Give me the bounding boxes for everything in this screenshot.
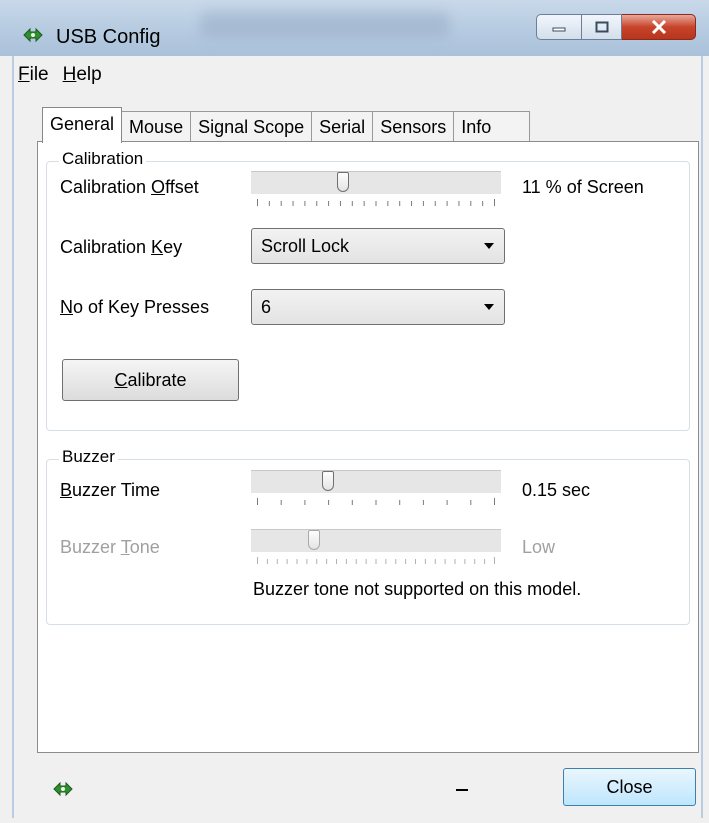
chevron-down-icon (484, 243, 494, 249)
menu-help[interactable]: Help (63, 64, 102, 92)
buzzer-time-slider[interactable] (251, 470, 503, 512)
title-bar[interactable]: USB Config (0, 0, 709, 56)
tab-info[interactable]: Info (453, 111, 531, 141)
calibrate-button-rest: alibrate (127, 369, 187, 390)
calibration-offset-label-pre: Calibration (60, 177, 152, 197)
slider-ticks (257, 498, 495, 505)
minimize-icon (552, 27, 566, 32)
buzzer-tone-note: Buzzer tone not supported on this model. (253, 579, 582, 599)
buzzer-tone-value: Low (522, 537, 556, 557)
calibrate-button-accel: C (114, 369, 128, 390)
key-presses-label: No of Key Presses (60, 297, 209, 318)
buzzer-group: Buzzer Buzzer Time 0.15 sec Buzzer Tone … (46, 447, 690, 625)
calibration-group: Calibration Calibration Offset 11 % of S… (46, 149, 690, 431)
buzzer-time-value: 0.15 sec (522, 480, 591, 500)
buzzer-tone-slider (251, 529, 503, 571)
calibration-key-select-value: Scroll Lock (261, 236, 350, 256)
menu-file-rest: ile (29, 64, 49, 85)
slider-track (251, 171, 501, 194)
usb-icon (53, 781, 73, 797)
key-presses-label-accel: N (60, 297, 73, 317)
chevron-down-icon (484, 304, 494, 310)
tab-general[interactable]: General (42, 107, 123, 143)
key-presses-select[interactable]: 6 (251, 289, 505, 325)
key-presses-select-value: 6 (261, 297, 272, 317)
status-text (456, 789, 468, 791)
close-button[interactable]: Close (563, 768, 696, 806)
calibration-group-title: Calibration (59, 149, 147, 169)
buzzer-time-label-accel: B (60, 480, 73, 500)
slider-track (251, 470, 501, 493)
buzzer-tone-label-pre: Buzzer (60, 537, 121, 557)
menu-help-accel: H (62, 64, 77, 85)
close-icon (651, 20, 666, 34)
maximize-button[interactable] (582, 14, 622, 40)
slider-ticks (257, 199, 495, 206)
slider-track (251, 529, 501, 552)
calibration-key-label-post: ey (163, 237, 183, 257)
tab-sensors[interactable]: Sensors (372, 111, 455, 141)
buzzer-time-label-post: uzzer Time (72, 480, 161, 500)
general-tab-panel: Calibration Calibration Offset 11 % of S… (37, 141, 699, 753)
calibration-offset-label: Calibration Offset (60, 177, 199, 198)
usb-icon (23, 27, 43, 43)
calibration-offset-value: 11 % of Screen (522, 177, 644, 197)
calibration-offset-label-accel: O (151, 177, 166, 197)
buzzer-tone-label: Buzzer Tone (60, 537, 160, 558)
tab-signal-scope[interactable]: Signal Scope (190, 111, 313, 141)
slider-thumb (308, 530, 320, 550)
key-presses-label-post: o of Key Presses (73, 297, 210, 317)
calibration-key-select[interactable]: Scroll Lock (251, 228, 505, 264)
calibration-key-label-accel: K (151, 237, 164, 257)
usb-config-window: USB Config File Help General Mouse Signa… (0, 0, 709, 823)
maximize-icon (595, 21, 608, 33)
menu-file-accel: F (18, 64, 30, 85)
title-bar-blur (200, 12, 450, 38)
menu-bar: File Help (18, 64, 102, 92)
buzzer-tone-label-accel: T (120, 537, 130, 557)
slider-thumb[interactable] (322, 471, 334, 491)
calibration-key-label-pre: Calibration (60, 237, 152, 257)
minimize-button[interactable] (536, 14, 582, 40)
close-window-button[interactable] (622, 14, 696, 40)
calibration-offset-label-post: ffset (165, 177, 199, 197)
caption-buttons (536, 14, 696, 40)
window-title: USB Config (56, 26, 161, 48)
slider-thumb[interactable] (337, 172, 349, 192)
buzzer-time-label: Buzzer Time (60, 480, 160, 501)
buzzer-group-title: Buzzer (59, 447, 118, 467)
calibrate-button[interactable]: Calibrate (62, 359, 239, 401)
menu-help-rest: elp (76, 64, 102, 85)
tab-serial[interactable]: Serial (311, 111, 374, 141)
slider-ticks (257, 557, 495, 564)
tab-strip: General Mouse Signal Scope Serial Sensor… (42, 107, 531, 143)
calibration-key-label: Calibration Key (60, 237, 182, 258)
menu-file[interactable]: File (18, 64, 49, 92)
tab-mouse[interactable]: Mouse (121, 111, 192, 141)
calibration-offset-slider[interactable] (251, 171, 503, 213)
buzzer-tone-label-post: one (129, 537, 160, 557)
